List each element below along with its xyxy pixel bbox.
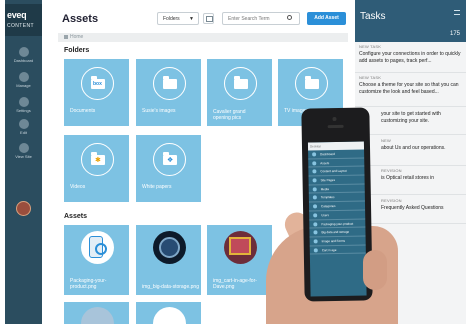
nav-label: View Site <box>15 154 32 159</box>
folder-icon <box>234 76 248 89</box>
tasks-header: Tasks 175 <box>355 0 466 42</box>
eye-icon <box>18 143 29 153</box>
speaker-icon <box>327 124 344 129</box>
folder-tile[interactable]: Videos <box>64 135 129 202</box>
app-window: eveq CONTENT Dashboard Manage Settings E… <box>0 0 466 324</box>
folder-tile[interactable]: Susie's images <box>136 59 201 126</box>
phone-screen: Desktop Dashboard Assets Content and Lay… <box>307 141 367 297</box>
video-folder-icon <box>91 152 105 165</box>
folder-label: Videos <box>70 184 86 190</box>
avatar[interactable] <box>16 201 31 216</box>
asset-tile[interactable]: Packaging-your-product.png <box>64 225 129 295</box>
folder-label: Cavalier grand opening pics <box>213 109 246 121</box>
nav-label: Dashboard <box>13 58 34 63</box>
phone-row: Cart in age <box>309 245 366 255</box>
folder-tile[interactable]: White papers <box>136 135 201 202</box>
nav-item-settings[interactable]: Settings <box>5 97 42 113</box>
asset-thumbnail <box>81 231 114 264</box>
gear-icon <box>18 97 29 107</box>
search-icon[interactable] <box>287 15 292 20</box>
task-item[interactable]: REVISION Frequently Asked Questions <box>355 198 466 224</box>
nav-item-view-site[interactable]: View Site <box>5 143 42 159</box>
nav-label: Edit <box>20 130 27 135</box>
camera-icon <box>332 116 337 122</box>
folder-circle <box>153 143 186 176</box>
left-nav: eveq CONTENT Dashboard Manage Settings E… <box>5 0 42 324</box>
add-asset-button[interactable]: Add Asset <box>307 12 346 25</box>
folder-label: Documents <box>70 108 96 114</box>
breadcrumb: Home <box>58 33 348 42</box>
asset-tile[interactable] <box>136 302 201 324</box>
task-tag: REVISION <box>381 198 402 203</box>
dropbox-icon <box>163 152 177 165</box>
folder-circle <box>295 67 328 100</box>
folder-circle <box>81 143 114 176</box>
asset-label: img_big-data-storage.png <box>142 284 199 290</box>
tasks-count: 175 <box>449 31 460 37</box>
page-title: Assets <box>62 13 99 25</box>
folder-icon <box>305 76 319 89</box>
task-tag: NEW TASK <box>359 75 382 80</box>
folder-label: White papers <box>142 184 172 190</box>
task-item[interactable]: NEW TASK Configure your connections in o… <box>355 44 466 73</box>
asset-tile[interactable]: img_cart-in-age-for-Dave.png <box>207 225 272 295</box>
menu-icon[interactable] <box>454 10 460 15</box>
view-toggle-button[interactable] <box>203 13 214 24</box>
nav-label: Settings <box>16 108 31 113</box>
task-text: Configure your connections in order to q… <box>359 51 461 64</box>
home-icon <box>64 35 68 39</box>
task-text: is Optical retail stores in <box>381 175 435 181</box>
folder-filter-select[interactable]: Folders ▼ <box>157 12 199 25</box>
box-icon <box>91 76 105 89</box>
task-text: about Us and our operations. <box>381 145 446 151</box>
task-tag: REVISION <box>381 168 402 173</box>
folder-circle <box>224 67 257 100</box>
task-tag: NEW TASK <box>359 44 382 49</box>
dashboard-icon <box>18 47 29 57</box>
asset-thumbnail <box>224 231 257 264</box>
breadcrumb-home[interactable]: Home <box>70 34 83 40</box>
task-text: Frequently Asked Questions <box>381 205 444 211</box>
app-logo[interactable]: eveq CONTENT <box>5 4 42 36</box>
logo-subtitle: CONTENT <box>7 23 34 29</box>
asset-tile[interactable] <box>64 302 129 324</box>
folder-circle <box>81 67 114 100</box>
folder-circle <box>153 67 186 100</box>
folders-heading: Folders <box>64 47 90 54</box>
logo-text: eveq <box>7 10 27 20</box>
asset-thumbnail <box>153 307 186 324</box>
select-value: Folders <box>163 16 180 22</box>
task-item[interactable]: NEW about Us and our operations. <box>355 138 466 166</box>
asset-label: Packaging-your-product.png <box>70 278 107 290</box>
folder-tile[interactable]: Cavalier grand opening pics <box>207 59 272 126</box>
nav-item-edit[interactable]: Edit <box>5 119 42 135</box>
asset-tile[interactable]: img_big-data-storage.png <box>136 225 201 295</box>
nav-item-manage[interactable]: Manage <box>5 72 42 88</box>
task-item[interactable]: your site to get started with customizin… <box>355 109 466 135</box>
phone-illustration: Desktop Dashboard Assets Content and Lay… <box>301 107 373 302</box>
asset-thumbnail <box>153 231 186 264</box>
pencil-icon <box>18 119 29 129</box>
task-text: Choose a theme for your site so that you… <box>359 82 459 95</box>
folder-tile[interactable]: Documents <box>64 59 129 126</box>
tasks-title: Tasks <box>360 11 386 22</box>
task-tag: NEW <box>381 138 391 143</box>
task-text: your site to get started with customizin… <box>381 111 441 124</box>
finger-illustration <box>363 250 387 290</box>
assets-heading: Assets <box>64 213 87 220</box>
folder-icon <box>163 76 177 89</box>
chevron-down-icon: ▼ <box>189 16 194 22</box>
folder-label: Susie's images <box>142 108 176 114</box>
task-item[interactable]: NEW TASK Choose a theme for your site so… <box>355 75 466 107</box>
asset-label: img_cart-in-age-for-Dave.png <box>213 278 257 290</box>
task-item[interactable]: REVISION is Optical retail stores in <box>355 168 466 195</box>
nav-label: Manage <box>16 83 31 88</box>
manage-icon <box>18 72 29 82</box>
asset-thumbnail <box>81 307 114 324</box>
nav-item-dashboard[interactable]: Dashboard <box>5 47 42 63</box>
